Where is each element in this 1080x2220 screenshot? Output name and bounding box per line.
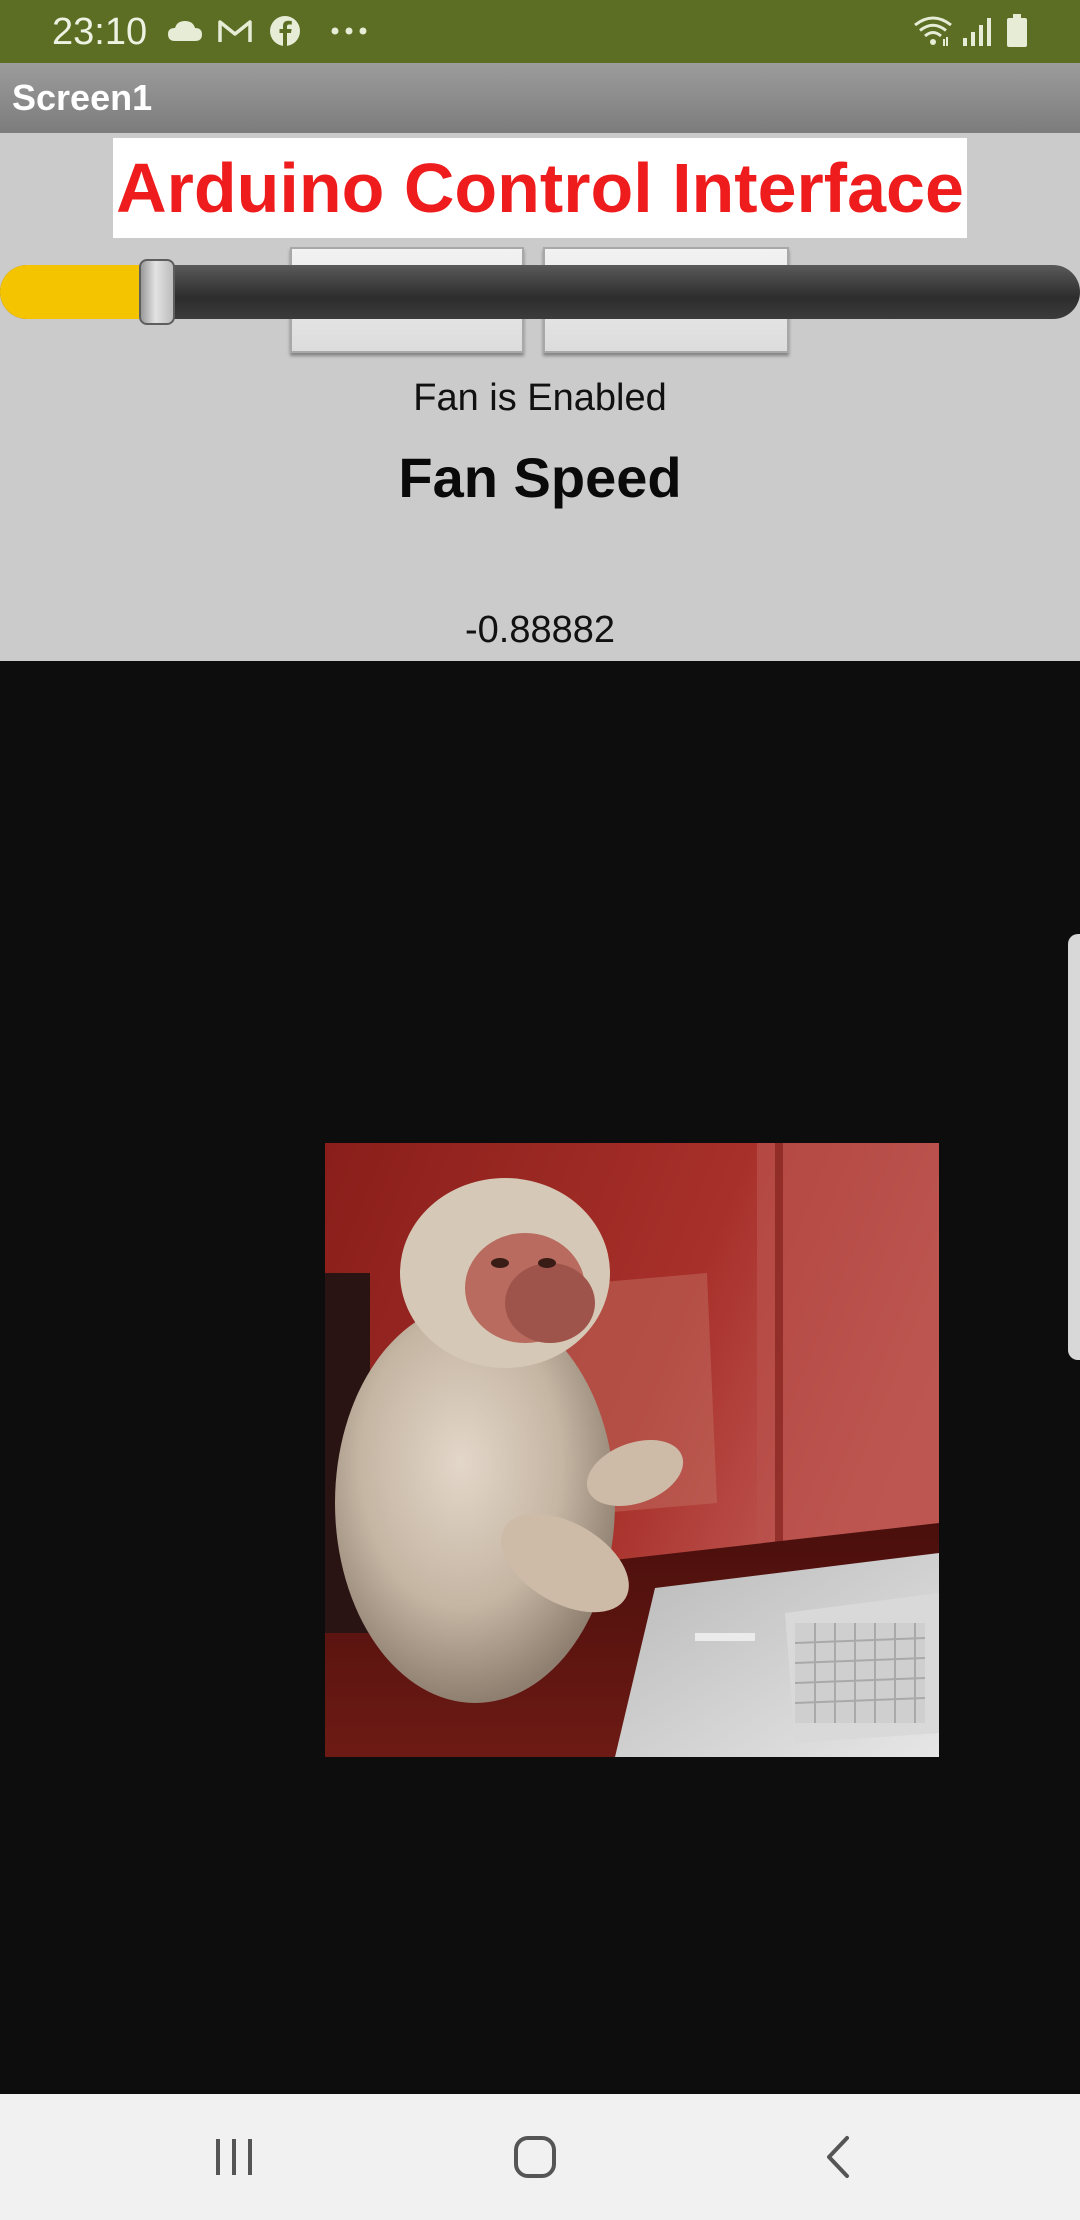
fan-status-label: Fan is Enabled [413,377,667,419]
gmail-icon [215,10,255,52]
page-title: Arduino Control Interface [113,138,967,238]
slider-fill [0,265,157,319]
facebook-icon [265,10,305,52]
battery-icon [1000,10,1034,52]
back-icon[interactable] [798,2124,878,2190]
status-bar: 23:10 [0,0,1080,63]
cloud-icon [165,10,205,52]
slider-thumb[interactable] [139,259,175,325]
wifi-icon [913,10,953,52]
baboon-typing-on-laptop-image [325,1143,939,1757]
screen-title: Screen1 [12,77,153,118]
recent-apps-icon[interactable] [194,2124,274,2190]
control-panel: Arduino Control Interface Enable Fan Dis… [0,133,1080,661]
fan-speed-slider[interactable] [0,259,1080,325]
fan-speed-label: Fan Speed [398,446,682,509]
status-time: 23:10 [52,11,148,53]
signal-icon [960,10,994,52]
slider-value-label: -0.88882 [464,609,615,651]
more-notifications-icon [326,10,372,52]
system-nav-bar [0,2094,1080,2220]
title-bar: Screen1 [0,63,1080,133]
app-screen: 23:10 Screen1 Arduino Control Interface … [0,0,1080,2220]
home-icon[interactable] [495,2124,575,2190]
edge-panel-handle[interactable] [1068,934,1080,1360]
